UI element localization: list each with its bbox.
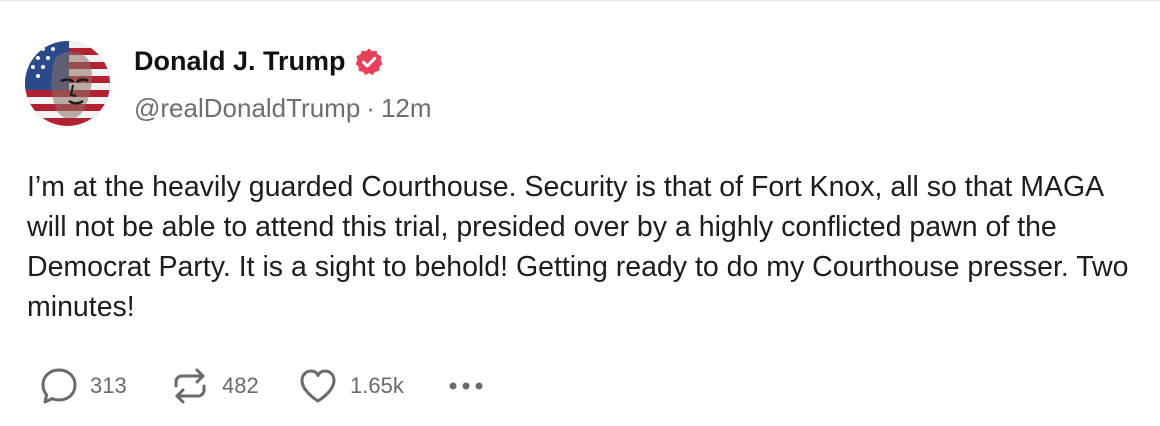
reply-icon xyxy=(41,368,77,404)
more-options-icon[interactable] xyxy=(448,381,484,391)
heart-icon xyxy=(300,369,336,403)
reply-button[interactable]: 313 xyxy=(40,366,170,406)
author-name-row[interactable]: Donald J. Trump xyxy=(134,46,384,77)
meta-separator: · xyxy=(366,93,375,123)
post-body: I’m at the heavily guarded Courthouse. S… xyxy=(27,171,1129,323)
author-handle[interactable]: @realDonaldTrump xyxy=(134,93,360,123)
author-name[interactable]: Donald J. Trump xyxy=(134,46,346,77)
flag-portrait-icon xyxy=(25,41,110,126)
reply-count: 313 xyxy=(90,373,127,398)
post-meta: @realDonaldTrump · 12m xyxy=(134,93,432,124)
post-timestamp[interactable]: 12m xyxy=(381,93,432,123)
like-count: 1.65k xyxy=(350,373,404,398)
post-actions: 313 482 1.65k xyxy=(40,364,484,408)
avatar[interactable] xyxy=(25,41,110,126)
repost-button[interactable]: 482 xyxy=(170,366,298,406)
post-card: Donald J. Trump @realDonaldTrump · 12m I’m… xyxy=(0,0,1160,426)
repost-count: 482 xyxy=(222,373,259,398)
repost-icon xyxy=(174,368,206,404)
like-button[interactable]: 1.65k xyxy=(298,367,448,405)
verified-badge-icon xyxy=(354,47,384,77)
